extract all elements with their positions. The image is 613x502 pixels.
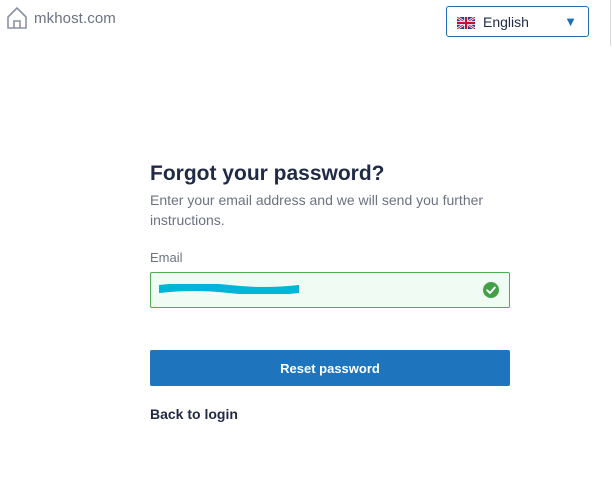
home-icon (6, 6, 28, 30)
forgot-password-form: Forgot your password? Enter your email a… (150, 160, 510, 424)
check-circle-icon (483, 282, 499, 298)
email-label: Email (150, 250, 183, 265)
top-bar: mkhost.com English ▼ (0, 0, 613, 46)
page-title: Forgot your password? (150, 162, 385, 185)
page-subtitle: Enter your email address and we will sen… (150, 192, 484, 228)
uk-flag-icon (456, 15, 476, 30)
caret-down-icon: ▼ (564, 14, 577, 29)
reset-password-button[interactable]: Reset password (150, 350, 510, 386)
divider (610, 0, 611, 46)
email-input[interactable] (159, 279, 483, 303)
brand-link[interactable]: mkhost.com (6, 6, 116, 30)
language-select[interactable]: English ▼ (446, 6, 589, 37)
site-name: mkhost.com (34, 9, 116, 27)
language-label: English (483, 13, 529, 30)
email-field-wrapper (150, 272, 510, 308)
back-to-login-link[interactable]: Back to login (150, 406, 238, 422)
